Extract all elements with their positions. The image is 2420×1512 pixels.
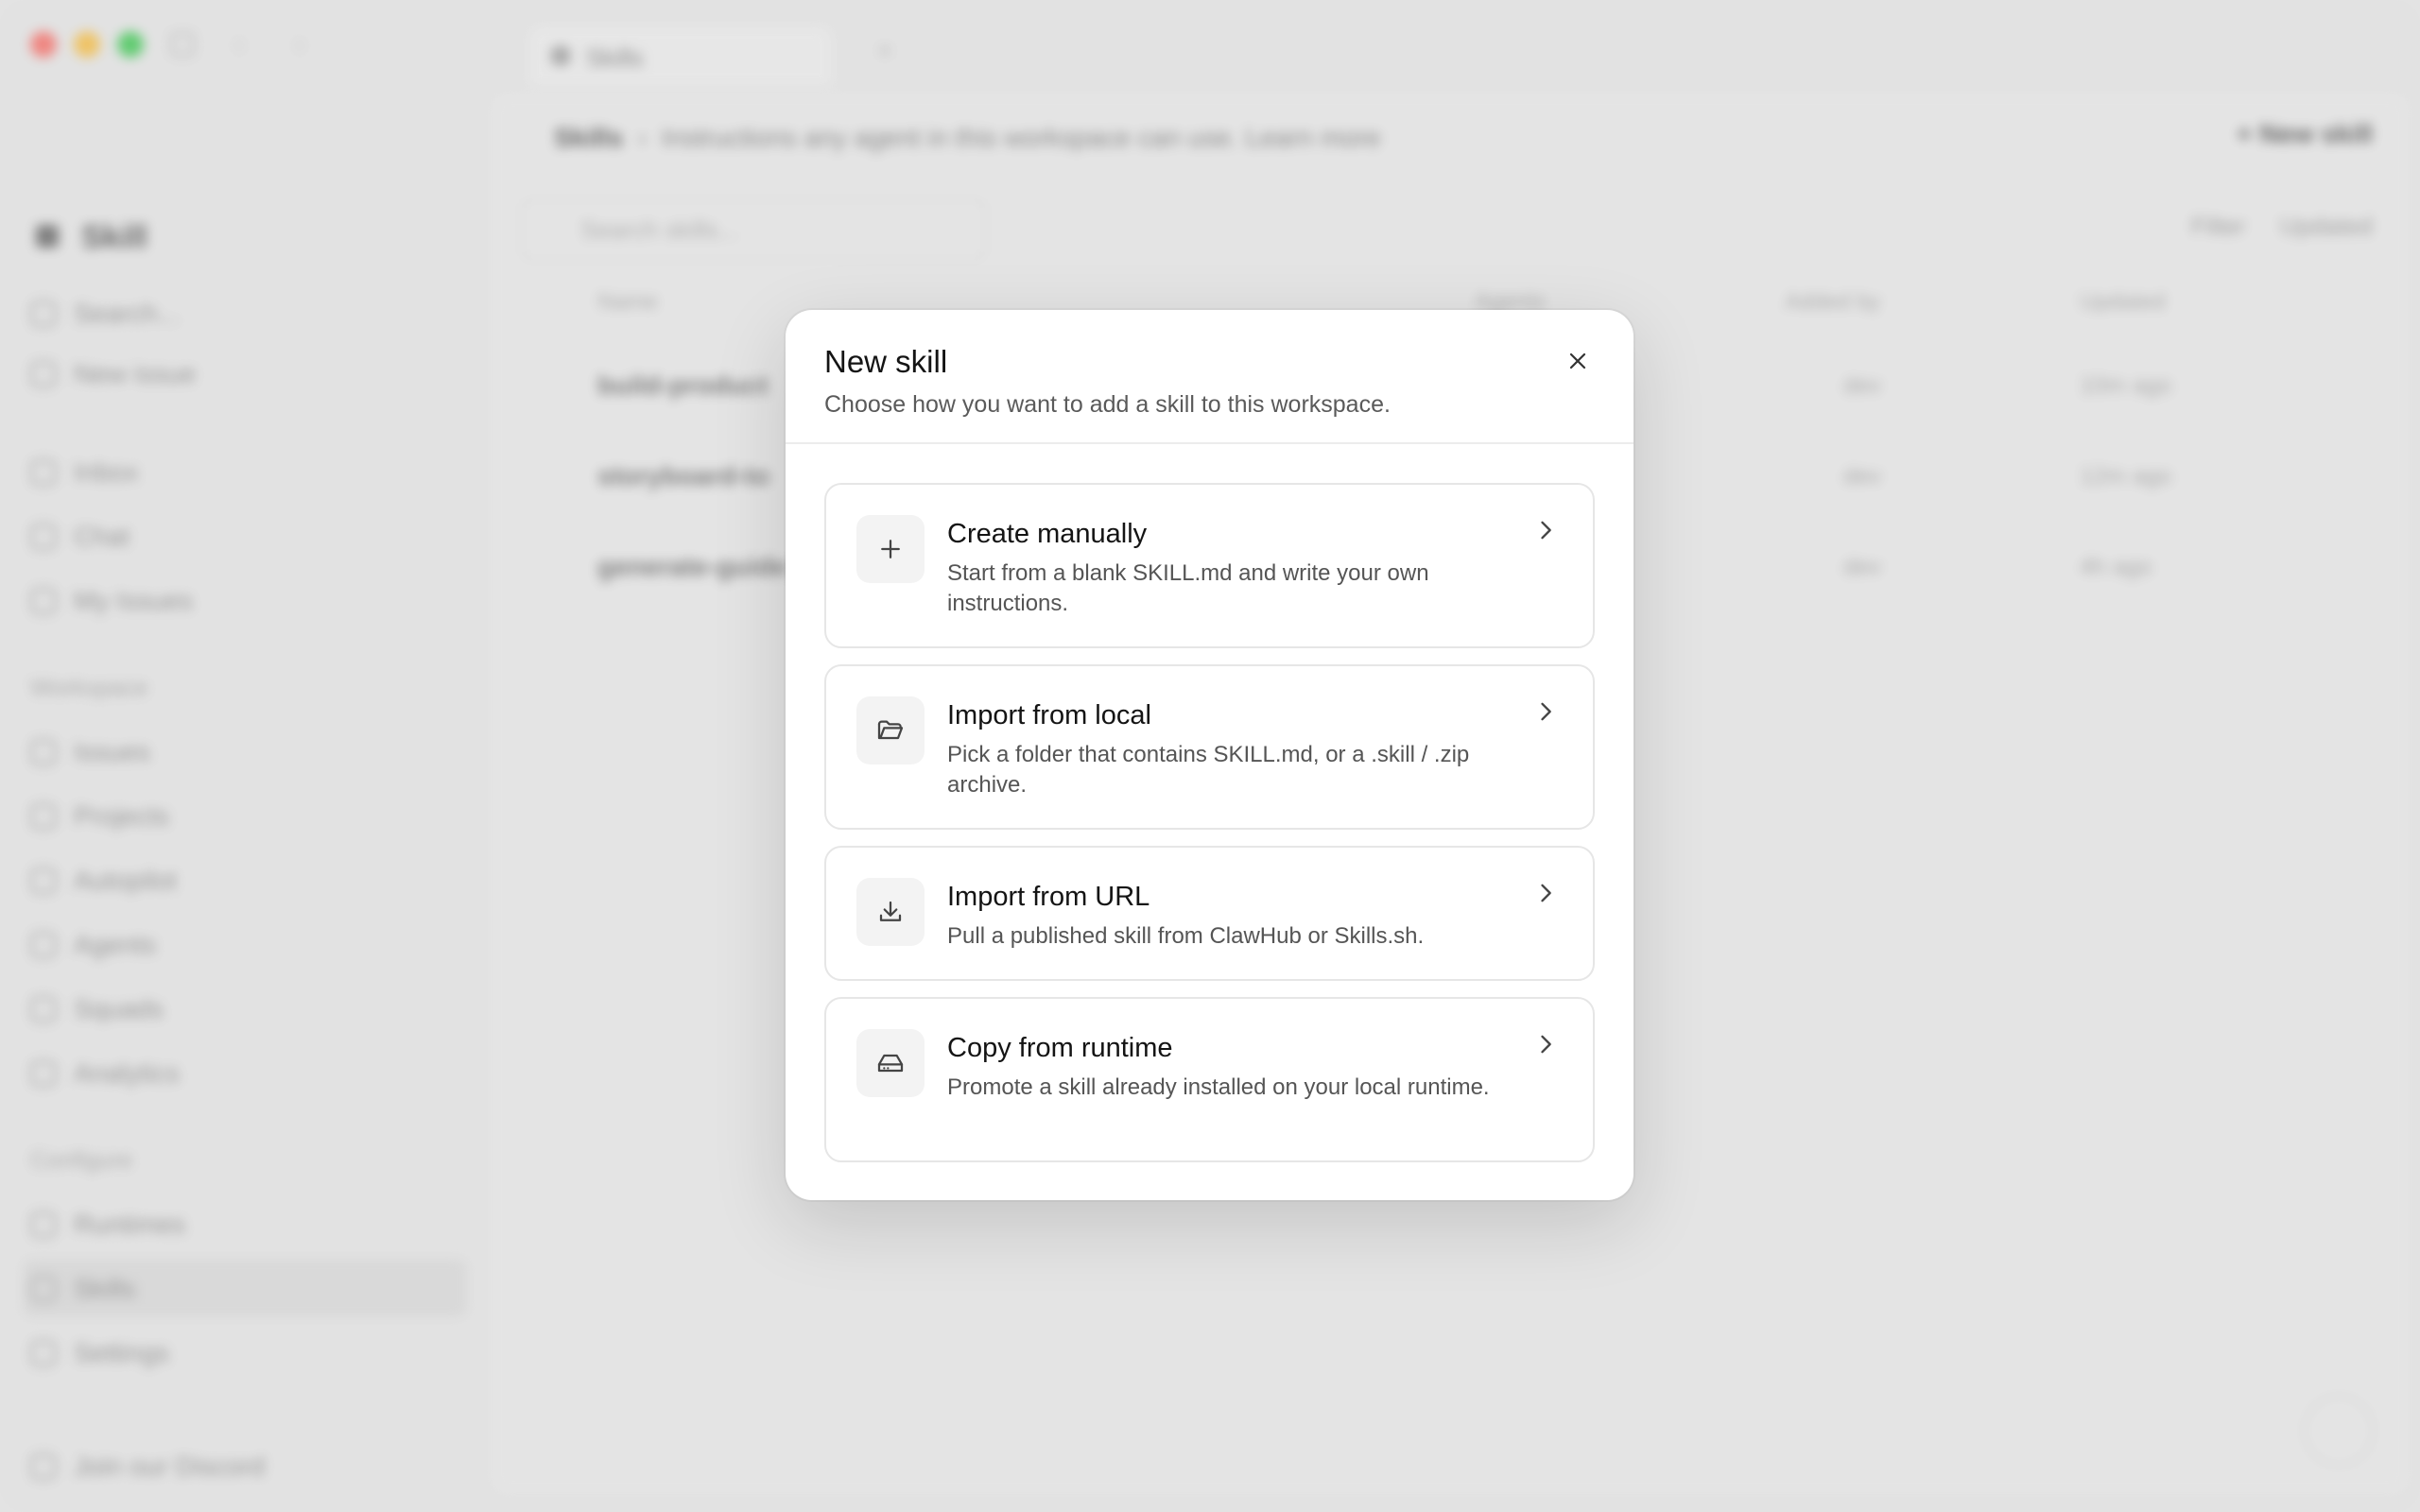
dialog-divider	[786, 442, 1634, 444]
option-description: Pull a published skill from ClawHub or S…	[947, 923, 1425, 949]
dialog-title: New skill	[824, 344, 948, 379]
chevron-right-icon	[1541, 1035, 1551, 1054]
option-description: Promote a skill already installed on you…	[947, 1074, 1490, 1100]
option-icon-box	[856, 1029, 925, 1097]
option-title: Import from URL	[947, 882, 1150, 912]
close-dialog-button[interactable]	[1559, 342, 1597, 380]
option-title: Create manually	[947, 519, 1148, 549]
folder-open-icon	[877, 720, 904, 740]
option-icon-box	[856, 515, 925, 583]
option-description: Pick a folder that contains SKILL.md, or…	[947, 742, 1470, 798]
option-import-from-url[interactable]: Import from URL Pull a published skill f…	[824, 846, 1595, 981]
plus-icon	[881, 540, 900, 558]
chevron-right-icon	[1541, 884, 1551, 902]
dialog-subtitle: Choose how you want to add a skill to th…	[824, 391, 1391, 418]
new-skill-dialog: New skill Choose how you want to add a s…	[786, 310, 1634, 1200]
chevron-right-icon	[1541, 702, 1551, 721]
option-description: Start from a blank SKILL.md and write yo…	[947, 560, 1429, 616]
option-icon-box	[856, 878, 925, 946]
option-title: Copy from runtime	[947, 1033, 1173, 1063]
app-window: ‹ › Skills + Skill Search... New issue I…	[0, 0, 2420, 1512]
option-copy-from-runtime[interactable]: Copy from runtime Promote a skill alread…	[824, 997, 1595, 1162]
close-icon	[1569, 352, 1586, 369]
option-create-manually[interactable]: Create manually Start from a blank SKILL…	[824, 483, 1595, 648]
hard-drive-icon	[877, 1054, 904, 1073]
option-icon-box	[856, 696, 925, 765]
option-title: Import from local	[947, 700, 1151, 730]
download-icon	[879, 901, 902, 921]
chevron-right-icon	[1541, 521, 1551, 540]
option-import-from-local[interactable]: Import from local Pick a folder that con…	[824, 664, 1595, 830]
